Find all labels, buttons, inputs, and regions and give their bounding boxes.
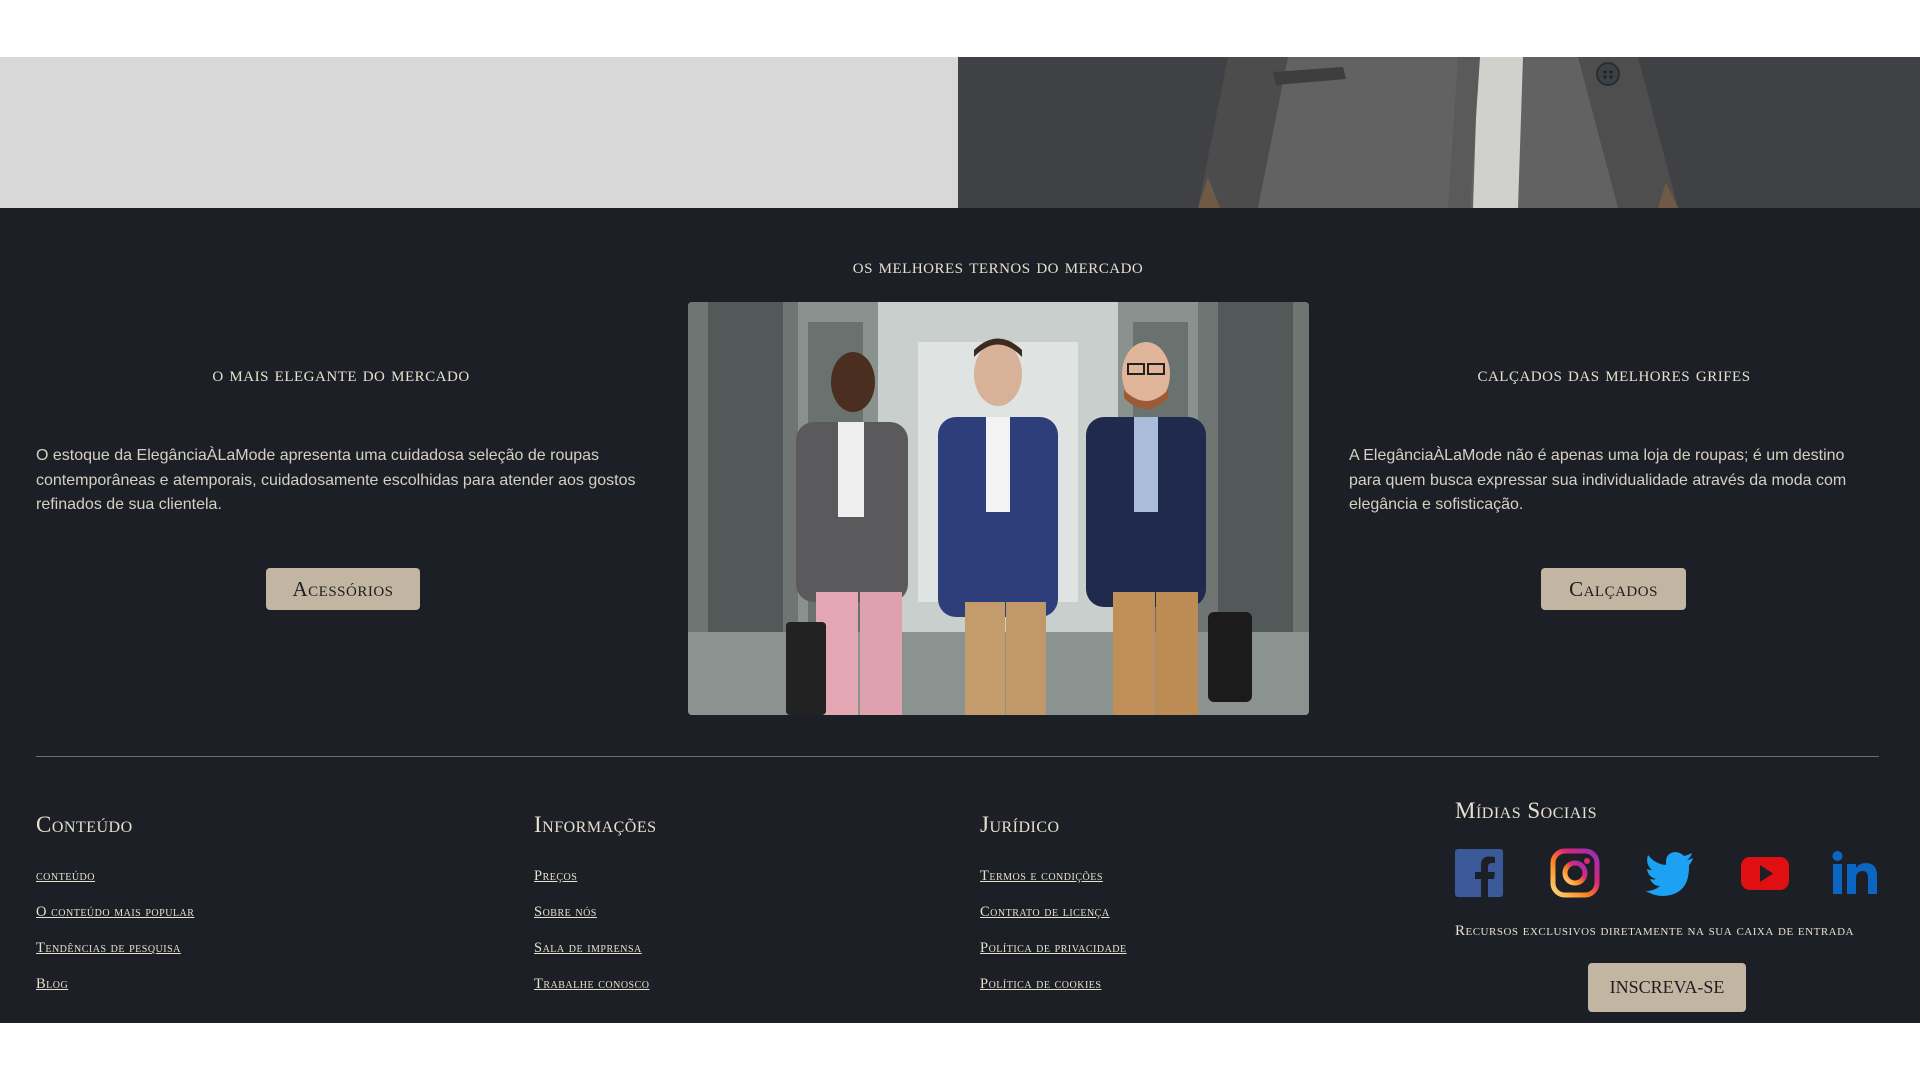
linkedin-icon[interactable]	[1830, 848, 1880, 898]
left-column-text: O estoque da ElegânciaÀLaMode apresenta …	[36, 447, 636, 513]
subscribe-button[interactable]: INSCREVA-SE	[1588, 963, 1746, 1012]
footer-link-prices[interactable]: Preços	[534, 868, 577, 885]
footer-link-blog[interactable]: Blog	[36, 976, 68, 993]
footer-link-careers[interactable]: Trabalhe conosco	[534, 976, 650, 993]
section-title: os melhores ternos do mercado	[852, 254, 1144, 278]
twitter-icon[interactable]	[1645, 848, 1695, 898]
footer-heading-conteudo: Conteúdo	[36, 812, 133, 837]
footer-heading-informacoes: Informações	[534, 812, 657, 837]
footer-divider	[36, 756, 1879, 757]
footer-link-press[interactable]: Sala de imprensa	[534, 940, 642, 957]
shoes-button[interactable]: Calçados	[1541, 568, 1686, 610]
three-men-suits-photo	[688, 302, 1309, 715]
right-column-text: A ElegânciaÀLaMode não é apenas uma loja…	[1349, 447, 1847, 513]
footer-link-about[interactable]: Sobre nós	[534, 904, 597, 921]
hero-left-panel	[0, 57, 958, 208]
footer-link-trends[interactable]: Tendências de pesquisa	[36, 940, 181, 957]
footer-link-license[interactable]: Contrato de licença	[980, 904, 1110, 921]
newsletter-tagline: Recursos exclusivos diretamente na sua c…	[1455, 923, 1854, 939]
footer-link-privacy[interactable]: Política de privacidade	[980, 940, 1127, 957]
footer-link-terms[interactable]: Termos e condições	[980, 868, 1103, 885]
hero-strip	[0, 57, 1920, 208]
footer-heading-social: Mídias Sociais	[1455, 798, 1597, 823]
social-icons-row	[1455, 848, 1880, 900]
left-column-title: o mais elegante do mercado	[212, 362, 470, 386]
right-column-title: calçados das melhores grifes	[1477, 362, 1751, 386]
hero-coat-image	[958, 57, 1920, 208]
featured-section: os melhores ternos do mercado o mais ele…	[0, 208, 1920, 1023]
accessories-button[interactable]: Acessórios	[266, 568, 420, 610]
youtube-icon[interactable]	[1740, 848, 1790, 898]
footer-heading-juridico: Jurídico	[980, 812, 1060, 837]
facebook-icon[interactable]	[1455, 848, 1505, 898]
instagram-icon[interactable]	[1550, 848, 1600, 898]
footer-link-cookies[interactable]: Política de cookies	[980, 976, 1101, 993]
footer-link-popular[interactable]: O conteúdo mais popular	[36, 904, 194, 921]
footer-link-conteudo[interactable]: conteúdo	[36, 868, 95, 885]
